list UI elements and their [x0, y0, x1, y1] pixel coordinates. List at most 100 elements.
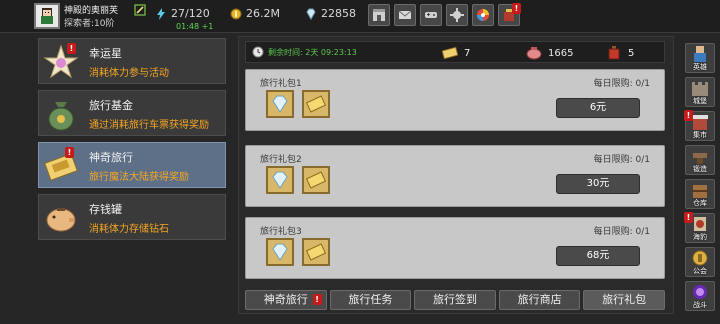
pack-diamond-item[interactable] [266, 238, 294, 266]
nav-label: 海豹 [693, 233, 707, 241]
pack-name: 旅行礼包2 [260, 155, 302, 165]
clock-icon [252, 46, 264, 58]
lucky-star-badge: ! [67, 43, 76, 54]
warehouse-icon [693, 185, 707, 198]
anvil-icon [693, 153, 707, 164]
pack-price-button[interactable]: 6元 [556, 98, 640, 118]
lightning-icon [157, 7, 165, 20]
remaining-time: 剩余时间: 2天 09:23:13 [268, 48, 357, 57]
magic-travel-badge: ! [65, 147, 74, 158]
nav-label: 仓库 [693, 199, 707, 207]
hero-icon [694, 46, 706, 62]
diamond-icon [272, 95, 288, 113]
avatar-icon [41, 8, 53, 24]
tab-label: 旅行礼包 [602, 293, 647, 306]
tab-travel-signin[interactable]: 旅行签到 [414, 290, 496, 310]
resource-info-bar: 剩余时间: 2天 09:23:13 7 1665 5 [245, 41, 665, 63]
tab-label: 旅行商店 [517, 293, 562, 306]
settings-button[interactable] [446, 4, 468, 26]
nav-label: 城堡 [693, 97, 707, 105]
pack-name: 旅行礼包3 [260, 227, 302, 237]
ticket-count: 7 [464, 47, 471, 59]
mail-icon [398, 10, 412, 19]
tab-label: 旅行任务 [348, 293, 393, 306]
mail-button[interactable] [394, 4, 416, 26]
pack-ticket-item[interactable] [302, 90, 330, 118]
pack-price-button[interactable]: 68元 [556, 246, 640, 266]
nav-hero[interactable]: 英雄 [685, 43, 715, 73]
main-panel: 剩余时间: 2天 09:23:13 7 1665 5 旅行礼包1 每日限购: 0… [238, 36, 674, 314]
activity-item-piggy-bank[interactable]: 存钱罐 消耗体力存储钻石 [38, 194, 226, 240]
travel-pack-2: 旅行礼包2 每日限购: 0/1 30元 [245, 145, 665, 207]
pack-diamond-item[interactable] [266, 90, 294, 118]
gem-display: 22858 [305, 7, 356, 20]
activity-item-magic-travel[interactable]: ! 神奇旅行 旅行魔法大陆获得奖励 [38, 142, 226, 188]
nav-warehouse[interactable]: 仓库 [685, 179, 715, 209]
stamina-display: 27/120 [155, 7, 210, 20]
nav-battle[interactable]: 战斗 [685, 281, 715, 311]
pack-limit: 每日限购: 0/1 [593, 227, 650, 237]
tab-label: 神奇旅行 [263, 293, 308, 306]
tab-travel-shop[interactable]: 旅行商店 [498, 290, 581, 310]
portal-icon [693, 285, 707, 299]
wheel-icon [477, 9, 489, 21]
pack-ticket-item[interactable] [302, 166, 330, 194]
controller-icon [425, 12, 437, 18]
pack-limit: 每日限购: 0/1 [593, 79, 650, 89]
activity-subtitle: 消耗体力参与活动 [89, 68, 169, 79]
shop-icon [373, 9, 385, 21]
market-icon [692, 115, 708, 130]
bottom-tabs: 神奇旅行 ! 旅行任务 旅行签到 旅行商店 旅行礼包 [245, 290, 665, 310]
right-nav: 英雄 城堡 ! 集市 锻造 仓库 ! 海豹 公会 战斗 [683, 43, 717, 318]
activity-subtitle: 通过消耗旅行车票获得奖励 [89, 120, 209, 131]
tab-travel-tasks[interactable]: 旅行任务 [329, 290, 412, 310]
pack-price-button[interactable]: 30元 [556, 174, 640, 194]
pack-diamond-item[interactable] [266, 166, 294, 194]
stamina-value: 27/120 [171, 7, 210, 20]
ticket-resource: 7 [442, 46, 470, 60]
potion-resource: 5 [606, 46, 634, 60]
potion-count: 5 [628, 47, 635, 59]
tab-travel-packs[interactable]: 旅行礼包 [583, 290, 665, 310]
nav-forge[interactable]: 锻造 [685, 145, 715, 175]
gold-display: 26.2M [230, 7, 280, 20]
nav-seal[interactable]: ! 海豹 [684, 212, 715, 243]
guild-icon [692, 250, 708, 266]
nav-label: 锻造 [693, 165, 707, 173]
nav-label: 公会 [693, 267, 707, 275]
pack-ticket-item[interactable] [302, 238, 330, 266]
potion-icon [608, 46, 620, 60]
ticket-icon [442, 46, 458, 60]
event-button[interactable]: ! [498, 3, 521, 26]
coupon-resource: 1665 [526, 46, 573, 60]
activity-list: ! 幸运星 消耗体力参与活动 旅行基金 通过消耗旅行车票获得奖励 ! 神奇旅行 … [34, 36, 228, 313]
tab-magic-travel[interactable]: 神奇旅行 ! [245, 290, 327, 310]
activity-title: 旅行基金 [89, 99, 133, 112]
ticket-icon [305, 171, 327, 189]
seal-icon [694, 217, 706, 231]
shop-button[interactable] [368, 4, 390, 26]
pack-name: 旅行礼包1 [260, 79, 302, 89]
activity-item-travel-fund[interactable]: 旅行基金 通过消耗旅行车票获得奖励 [38, 90, 226, 136]
edit-icon[interactable] [134, 4, 146, 16]
diamond-icon [272, 243, 288, 261]
activity-title: 神奇旅行 [89, 151, 133, 164]
nav-castle[interactable]: 城堡 [685, 77, 715, 107]
top-status-bar: 神殿的奥丽芙 探索者:10阶 27/120 01:48 +1 26.2M 228… [0, 0, 720, 33]
activity-item-lucky-star[interactable]: ! 幸运星 消耗体力参与活动 [38, 38, 226, 84]
piggy-bank-icon [46, 208, 76, 232]
gem-value: 22858 [321, 7, 356, 20]
wheel-button[interactable] [472, 4, 494, 26]
player-avatar[interactable] [34, 3, 60, 29]
event-badge: ! [512, 3, 521, 14]
coupon-bag-icon [526, 47, 542, 60]
player-name: 神殿的奥丽芙 [64, 6, 119, 16]
nav-market[interactable]: ! 集市 [684, 110, 715, 141]
gem-icon [306, 8, 316, 20]
pack-limit: 每日限购: 0/1 [593, 155, 650, 165]
controller-button[interactable] [420, 4, 442, 26]
diamond-icon [272, 171, 288, 189]
gold-coin-icon [230, 8, 242, 19]
nav-guild[interactable]: 公会 [685, 247, 715, 277]
game-screen: 神殿的奥丽芙 探索者:10阶 27/120 01:48 +1 26.2M 228… [0, 0, 720, 324]
